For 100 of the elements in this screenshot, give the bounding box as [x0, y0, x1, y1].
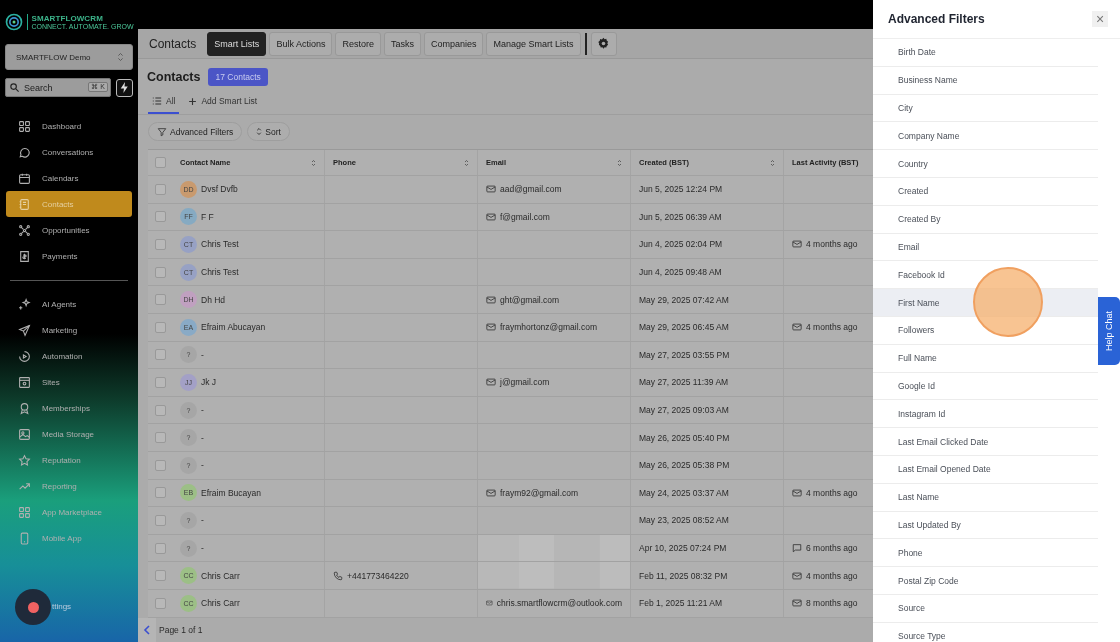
sort-icon[interactable] — [770, 158, 775, 167]
select-all-checkbox[interactable] — [154, 157, 166, 168]
filter-option[interactable]: Full Name — [873, 344, 1098, 373]
nav-item[interactable]: Memberships — [6, 395, 132, 421]
filter-option[interactable]: Postal Zip Code — [873, 567, 1098, 595]
close-button[interactable]: × — [1092, 11, 1108, 27]
nav-icon — [18, 427, 31, 441]
record-button[interactable] — [15, 589, 51, 625]
row-checkbox[interactable] — [154, 459, 166, 471]
nav-item[interactable]: Automation — [6, 343, 132, 369]
contact-name[interactable]: - — [201, 405, 204, 416]
last-activity: 4 months ago — [806, 239, 858, 250]
row-checkbox[interactable] — [154, 487, 166, 499]
row-checkbox[interactable] — [154, 542, 166, 554]
nav-item[interactable]: Opportunities — [6, 217, 132, 243]
filter-option[interactable]: Created — [873, 178, 1098, 206]
row-checkbox[interactable] — [154, 432, 166, 444]
contact-name[interactable]: - — [201, 432, 204, 443]
nav-icon — [18, 249, 31, 263]
last-activity: 6 months ago — [806, 543, 858, 553]
row-checkbox[interactable] — [154, 183, 166, 195]
filter-option[interactable]: Country — [873, 150, 1098, 178]
filter-option[interactable]: Google Id — [873, 372, 1098, 401]
mail-icon — [486, 377, 496, 388]
filter-option[interactable]: Source Type — [873, 622, 1098, 642]
filter-option[interactable]: Source — [873, 594, 1098, 623]
row-checkbox[interactable] — [154, 294, 166, 306]
panel-title: Advanced Filters — [888, 12, 985, 26]
nav-item[interactable]: Conversations — [6, 139, 132, 165]
row-checkbox[interactable] — [154, 266, 166, 278]
toolbar-tab[interactable]: Bulk Actions — [269, 31, 333, 56]
filter-option[interactable]: Created By — [873, 205, 1098, 234]
row-checkbox[interactable] — [154, 239, 166, 250]
sort-icon[interactable] — [617, 158, 622, 167]
filter-option[interactable]: Company Name — [873, 122, 1098, 151]
filter-option[interactable]: Instagram Id — [873, 400, 1098, 429]
filter-option[interactable]: Business Name — [873, 66, 1098, 95]
row-checkbox[interactable] — [154, 321, 166, 333]
nav-item[interactable]: Calendars — [6, 165, 132, 191]
toolbar-tab[interactable]: Smart Lists — [207, 31, 267, 56]
contact-name[interactable]: Dh Hd — [201, 294, 226, 305]
contact-name[interactable]: Chris Carr — [201, 598, 240, 609]
filter-option[interactable]: Birth Date — [873, 39, 1098, 67]
filter-option[interactable]: Phone — [873, 539, 1098, 568]
contact-name[interactable]: - — [201, 349, 204, 360]
help-chat-tab[interactable]: Help Chat — [1098, 297, 1120, 365]
filter-option[interactable]: Last Email Clicked Date — [873, 428, 1098, 456]
nav-item[interactable]: Media Storage — [6, 421, 132, 447]
row-checkbox[interactable] — [154, 211, 166, 223]
list-tab[interactable]: All — [148, 96, 180, 114]
settings-button[interactable] — [590, 31, 617, 56]
list-tab[interactable]: Add Smart List — [184, 96, 262, 114]
chevron-left-icon — [143, 623, 151, 636]
nav-icon — [18, 401, 31, 415]
sort-icon[interactable] — [311, 158, 316, 167]
row-checkbox[interactable] — [154, 376, 166, 388]
row-checkbox[interactable] — [154, 404, 166, 416]
nav-icon — [18, 453, 31, 467]
created-date: Jun 5, 2025 06:39 AM — [639, 211, 722, 222]
contact-name[interactable]: - — [201, 515, 204, 526]
toolbar-tab[interactable]: Manage Smart Lists — [486, 31, 581, 56]
toolbar-tab[interactable]: Companies — [423, 31, 484, 56]
nav-item[interactable]: Dashboard — [6, 113, 132, 139]
contact-name[interactable]: Efraim Abucayan — [201, 322, 266, 333]
nav-item[interactable]: Marketing — [6, 317, 132, 343]
created-date: Jun 5, 2025 12:24 PM — [639, 184, 723, 195]
created-date: May 27, 2025 03:55 PM — [639, 349, 730, 360]
contact-name[interactable]: Chris Test — [201, 267, 239, 278]
nav-icon — [18, 171, 31, 185]
nav-item[interactable]: AI Agents — [6, 291, 132, 317]
sort-icon[interactable] — [464, 158, 469, 167]
account-switcher[interactable]: SMARTFLOW Demo — [5, 44, 133, 70]
nav-item[interactable]: Sites — [6, 369, 132, 395]
row-checkbox[interactable] — [154, 597, 166, 609]
nav-item[interactable]: Payments — [6, 243, 132, 269]
filter-option[interactable]: Last Email Opened Date — [873, 455, 1098, 484]
row-checkbox[interactable] — [154, 349, 166, 361]
row-checkbox[interactable] — [154, 514, 166, 526]
filter-icon — [157, 126, 167, 137]
filter-option[interactable]: Last Name — [873, 483, 1098, 512]
toolbar-tab[interactable]: Tasks — [383, 31, 421, 56]
toolbar-tab[interactable]: Restore — [335, 31, 381, 56]
contact-name[interactable]: - — [201, 460, 204, 471]
contact-name[interactable]: Chris Carr — [201, 570, 240, 581]
filter-button[interactable]: Advanced Filters — [148, 122, 243, 141]
filter-option[interactable]: City — [873, 94, 1098, 123]
filter-option[interactable]: Email — [873, 233, 1098, 262]
row-checkbox[interactable] — [154, 570, 166, 582]
previous-page-button[interactable] — [138, 617, 156, 642]
contact-name[interactable]: - — [201, 543, 204, 553]
contact-name[interactable]: F F — [201, 211, 214, 222]
contact-name[interactable]: Dvsf Dvfb — [201, 184, 238, 195]
quick-action-button[interactable] — [116, 78, 133, 97]
contact-name[interactable]: Chris Test — [201, 239, 239, 250]
filter-button[interactable]: Sort — [247, 122, 290, 141]
nav-icon — [18, 349, 31, 363]
contact-name[interactable]: Efraim Bucayan — [201, 487, 261, 498]
contact-name[interactable]: Jk J — [201, 377, 217, 388]
filter-option[interactable]: Last Updated By — [873, 511, 1098, 540]
nav-icon — [18, 375, 31, 389]
